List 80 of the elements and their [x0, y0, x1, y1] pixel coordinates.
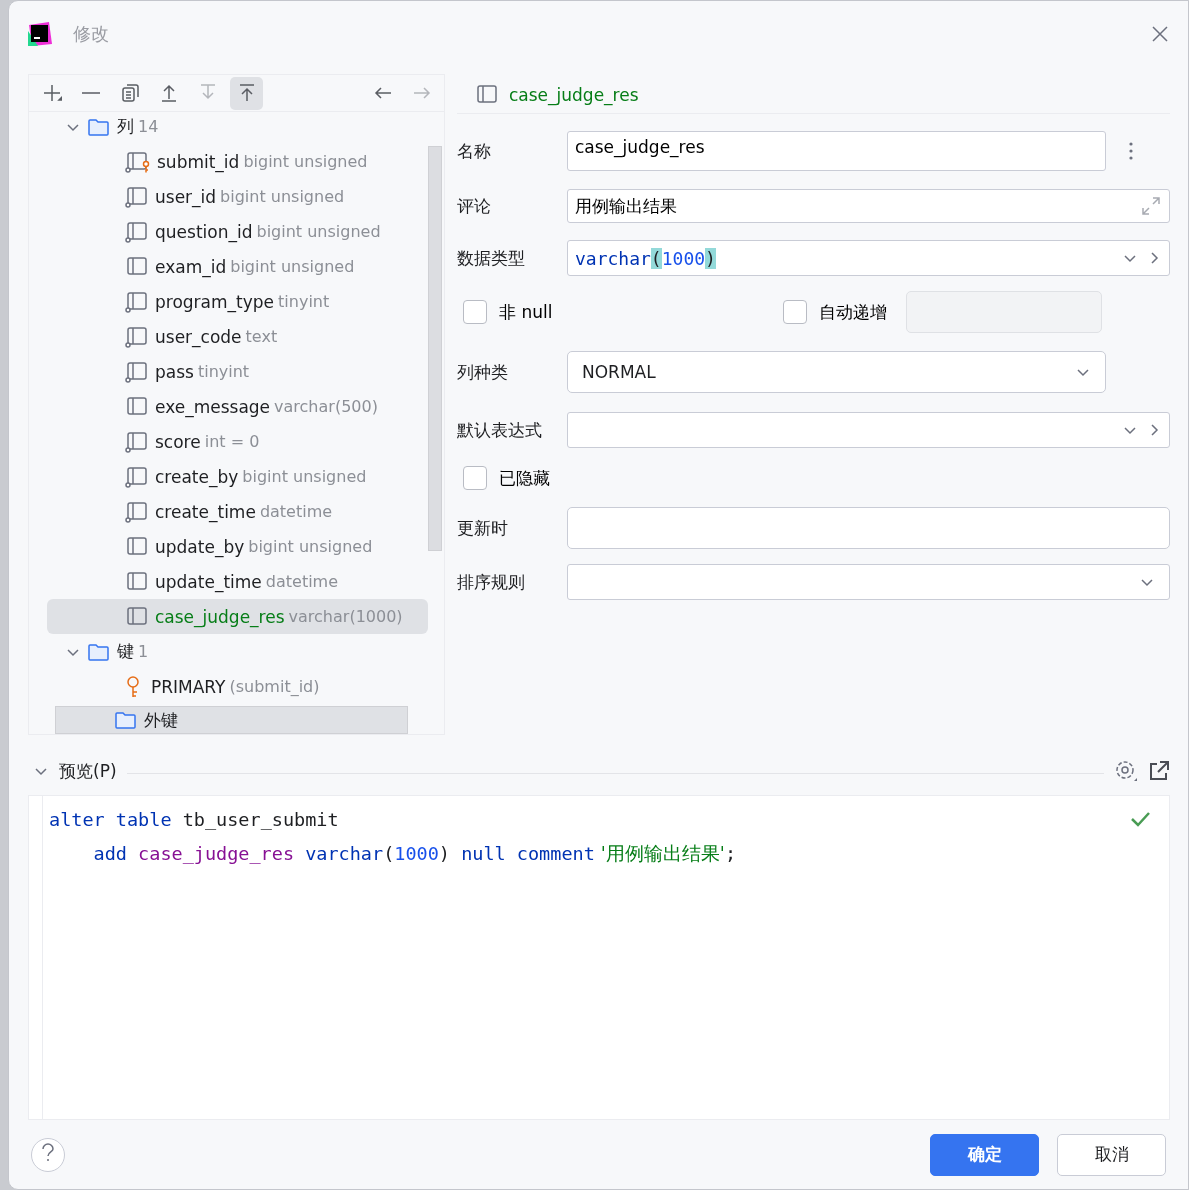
column-icon: [125, 290, 149, 313]
checkbox[interactable]: [463, 466, 487, 490]
field-label: 列种类: [457, 360, 509, 384]
tree-row[interactable]: program_type tinyint: [47, 284, 428, 319]
item-count: 1: [138, 642, 149, 661]
tree-row[interactable]: submit_id bigint unsigned: [47, 144, 428, 179]
column-icon: [125, 430, 149, 453]
checkbox-label: 非 null: [499, 300, 553, 324]
field-label: 数据类型: [457, 246, 526, 270]
tree-label: 外键: [144, 708, 178, 732]
close-icon: [1150, 24, 1170, 44]
data-type-field[interactable]: varchar(1000): [567, 240, 1170, 276]
name-field[interactable]: case_judge_res: [567, 131, 1106, 171]
code-editor[interactable]: alter table tb_user_submit add case_judge_res varchar(1000) null comment '用例输出结果';: [28, 795, 1170, 1120]
column-icon: [125, 185, 149, 208]
field-label: 名称: [457, 139, 492, 163]
checkbox[interactable]: [783, 300, 807, 324]
column-icon: [125, 605, 149, 628]
confirm-button[interactable]: 确定: [930, 1133, 1039, 1176]
tree-label[interactable]: 列: [117, 115, 134, 138]
tree-row[interactable]: update_by bigint unsigned: [47, 529, 428, 564]
column-title: case_judge_res: [509, 85, 639, 105]
tree-row[interactable]: user_id bigint unsigned: [47, 179, 428, 214]
input-field[interactable]: [567, 507, 1170, 549]
field-label: 评论: [457, 194, 492, 218]
help-button[interactable]: [31, 1137, 65, 1172]
tree-row[interactable]: exam_id bigint unsigned: [47, 249, 428, 284]
gear-icon: [1114, 759, 1138, 783]
code-line: alter table tb_user_submit: [49, 807, 340, 832]
tree-label[interactable]: 键: [117, 640, 134, 663]
tree-row[interactable]: create_by bigint unsigned: [47, 459, 428, 494]
column-icon: [475, 84, 499, 106]
tree-row[interactable]: exe_message varchar(500): [47, 389, 428, 424]
external-link-icon: [1148, 760, 1170, 782]
field-label: 默认表达式: [457, 418, 543, 442]
kebab-icon: [1129, 142, 1133, 160]
column-icon: [125, 395, 149, 418]
app-logo-icon: [27, 21, 53, 47]
dropdown[interactable]: [567, 564, 1170, 600]
window-title: 修改: [73, 22, 110, 46]
checkbox-label: 已隐藏: [499, 466, 550, 490]
minus-icon: [81, 92, 100, 94]
toolbar-button[interactable]: [230, 76, 263, 110]
dropdown[interactable]: NORMAL: [567, 351, 1106, 393]
comment-field[interactable]: 用例输出结果: [567, 189, 1170, 223]
code-line: add case_judge_res varchar(1000) null comment '用例输出结果';: [92, 841, 737, 866]
column-icon: [125, 255, 149, 278]
column-icon: [125, 535, 149, 558]
folder-icon: [87, 116, 111, 137]
item-count: 14: [138, 117, 159, 136]
question-icon: [40, 1142, 56, 1162]
column-icon: [125, 500, 149, 523]
field-label: 排序规则: [457, 570, 526, 594]
tree-row[interactable]: update_time datetime: [47, 564, 428, 599]
checkbox[interactable]: [463, 300, 487, 324]
scrollbar-thumb[interactable]: [428, 146, 442, 551]
combo-field[interactable]: [567, 412, 1170, 448]
column-icon: [125, 570, 149, 593]
folder-icon: [114, 710, 138, 730]
column-icon: [125, 360, 149, 383]
column-icon: [125, 325, 149, 348]
key-column-icon: [125, 150, 151, 173]
tree-row[interactable]: question_id bigint unsigned: [47, 214, 428, 249]
checkbox-label: 自动递增: [819, 300, 887, 324]
folder-icon: [87, 641, 111, 662]
tree-row[interactable]: PRIMARY (submit_id): [47, 669, 428, 704]
column-icon: [125, 465, 149, 488]
tree-row[interactable]: user_code text: [47, 319, 428, 354]
column-icon: [125, 220, 149, 243]
section-title[interactable]: 预览(P): [59, 759, 117, 783]
copy-icon: [119, 83, 140, 103]
selected-tree-row[interactable]: case_judge_res varchar(1000): [47, 599, 428, 634]
tree-row[interactable]: score int = 0: [47, 424, 428, 459]
tree-row[interactable]: create_time datetime: [47, 494, 428, 529]
expand-icon: [1140, 195, 1162, 217]
field-label: 更新时: [457, 516, 509, 540]
cancel-button[interactable]: 取消: [1057, 1133, 1166, 1176]
plus-icon: [41, 83, 62, 103]
tree-row[interactable]: 外键: [55, 706, 408, 734]
tree-row[interactable]: pass tinyint: [47, 354, 428, 389]
